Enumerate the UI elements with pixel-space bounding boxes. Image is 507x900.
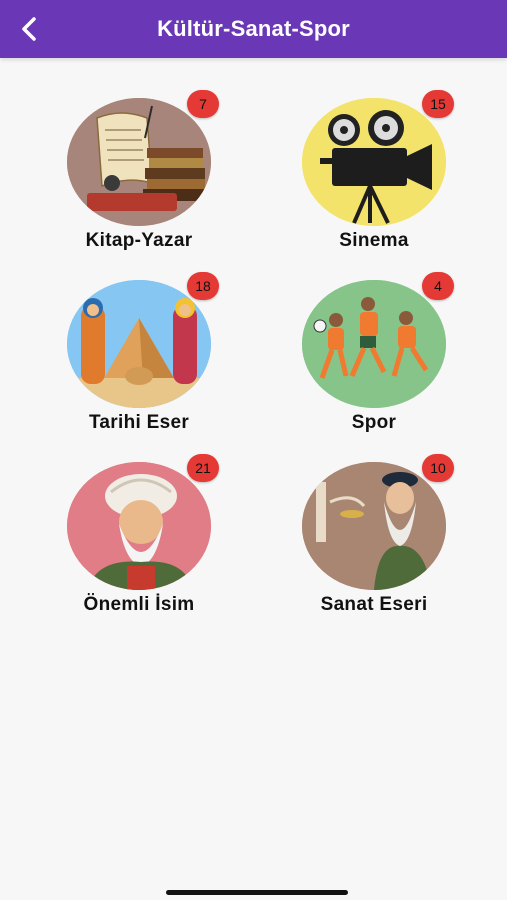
home-indicator[interactable] [166, 890, 348, 895]
football-players-image [302, 280, 446, 408]
chevron-left-icon [22, 17, 36, 41]
back-button[interactable] [10, 9, 50, 49]
count-badge: 18 [187, 272, 219, 300]
film-camera-image [302, 98, 446, 226]
books-scroll-image [67, 98, 211, 226]
count-badge: 15 [422, 90, 454, 118]
app-header: Kültür-Sanat-Spor [0, 0, 507, 58]
category-label: Sanat Eseri [320, 594, 428, 615]
category-label: Spor [351, 412, 397, 433]
page-title: Kültür-Sanat-Spor [157, 16, 350, 41]
count-badge: 7 [187, 90, 219, 118]
category-label: Önemli İsim [83, 594, 195, 615]
category-tile-onemli-isim[interactable]: 21 Önemli İsim [59, 454, 219, 616]
category-label: Tarihi Eser [88, 412, 190, 433]
category-tile-sanat-eseri[interactable]: 10 Sanat Eseri [294, 454, 454, 616]
category-tile-spor[interactable]: 4 Spor [294, 272, 454, 434]
category-label: Sinema [339, 230, 409, 251]
category-tile-tarihi-eser[interactable]: 18 Tarihi Eser [59, 272, 219, 434]
count-badge: 10 [422, 454, 454, 482]
category-tile-kitap-yazar[interactable]: 7 Kitap-Yazar [59, 90, 219, 252]
count-badge: 21 [187, 454, 219, 482]
pyramid-pharaoh-image [67, 280, 211, 408]
renaissance-artist-image [302, 462, 446, 590]
category-label: Kitap-Yazar [85, 230, 193, 251]
count-badge: 4 [422, 272, 454, 300]
category-tile-sinema[interactable]: 15 Sinema [294, 90, 454, 252]
ottoman-scholar-image [67, 462, 211, 590]
